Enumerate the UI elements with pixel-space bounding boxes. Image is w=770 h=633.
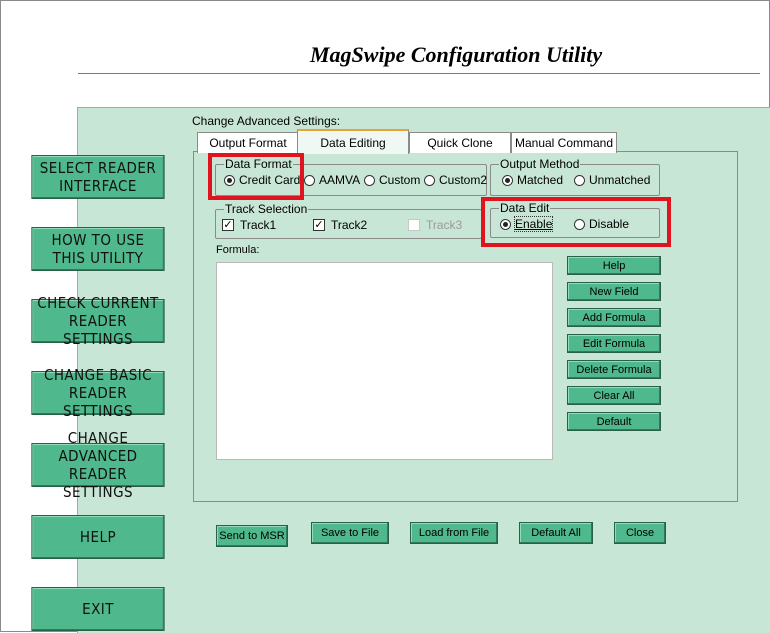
tab-quick-clone[interactable]: Quick Clone — [409, 132, 511, 153]
load-from-file-button[interactable]: Load from File — [410, 522, 498, 544]
change-advanced-settings-button[interactable]: CHANGE ADVANCED READER SETTINGS — [31, 429, 165, 501]
checkbox-track2-label: Track2 — [331, 218, 368, 232]
highlight-data-format — [208, 153, 304, 200]
radio-matched-label: Matched — [517, 173, 564, 187]
radio-custom-label: Custom — [379, 173, 421, 187]
radio-selected-icon — [502, 174, 513, 186]
radio-custom2-label: Custom2 — [439, 173, 488, 187]
radio-unselected-icon — [304, 174, 315, 186]
change-basic-settings-button[interactable]: CHANGE BASIC READER SETTINGS — [31, 366, 165, 420]
change-basic-label: CHANGE BASIC READER SETTINGS — [43, 366, 153, 420]
checkbox-track1-label: Track1 — [240, 218, 277, 232]
send-to-msr-button[interactable]: Send to MSR — [216, 525, 288, 547]
exit-button[interactable]: EXIT — [31, 587, 165, 631]
checkbox-track1[interactable]: ✓ Track1 — [222, 218, 276, 232]
how-to-use-button[interactable]: HOW TO USE THIS UTILITY — [31, 227, 165, 271]
tab-manual-command[interactable]: Manual Command — [511, 132, 617, 153]
radio-unselected-icon — [574, 174, 585, 186]
section-label: Change Advanced Settings: — [192, 114, 341, 128]
save-to-file-button[interactable]: Save to File — [311, 522, 389, 544]
check-current-label: CHECK CURRENT READER SETTINGS — [37, 294, 159, 348]
exit-label: EXIT — [82, 600, 114, 618]
output-method-legend: Output Method — [499, 157, 581, 171]
add-formula-button[interactable]: Add Formula — [567, 308, 661, 327]
radio-unselected-icon — [364, 174, 375, 186]
highlight-data-edit — [481, 197, 671, 247]
checkbox-track2[interactable]: ✓ Track2 — [313, 218, 367, 232]
how-to-use-label: HOW TO USE THIS UTILITY — [51, 231, 145, 267]
select-reader-interface-button[interactable]: SELECT READER INTERFACE — [31, 155, 165, 199]
checkmark-icon: ✓ — [222, 219, 234, 231]
checkbox-empty-icon — [408, 219, 420, 231]
radio-custom2[interactable]: Custom2 — [424, 173, 487, 187]
formula-help-button[interactable]: Help — [567, 256, 661, 275]
radio-unmatched[interactable]: Unmatched — [574, 173, 650, 187]
tab-output-format[interactable]: Output Format — [197, 132, 299, 153]
delete-formula-button[interactable]: Delete Formula — [567, 360, 661, 379]
radio-custom[interactable]: Custom — [364, 173, 420, 187]
help-label: HELP — [79, 528, 117, 546]
tab-data-editing[interactable]: Data Editing — [297, 129, 409, 154]
radio-unselected-icon — [424, 174, 435, 186]
select-reader-label: SELECT READER INTERFACE — [39, 159, 157, 195]
radio-unmatched-label: Unmatched — [589, 173, 651, 187]
radio-matched[interactable]: Matched — [502, 173, 563, 187]
help-button[interactable]: HELP — [31, 515, 165, 559]
radio-aamva[interactable]: AAMVA — [304, 173, 360, 187]
radio-aamva-label: AAMVA — [319, 173, 361, 187]
title-divider — [78, 73, 760, 74]
check-current-settings-button[interactable]: CHECK CURRENT READER SETTINGS — [31, 294, 165, 348]
default-all-button[interactable]: Default All — [519, 522, 593, 544]
checkbox-track3[interactable]: Track3 — [408, 218, 462, 232]
checkbox-track3-label: Track3 — [426, 218, 463, 232]
close-button[interactable]: Close — [614, 522, 666, 544]
formula-list[interactable] — [216, 262, 553, 460]
page-title: MagSwipe Configuration Utility — [310, 42, 603, 67]
new-field-button[interactable]: New Field — [567, 282, 661, 301]
track-selection-legend: Track Selection — [224, 202, 309, 216]
checkmark-icon: ✓ — [313, 219, 325, 231]
formula-label: Formula: — [216, 244, 260, 256]
default-button[interactable]: Default — [567, 412, 661, 431]
edit-formula-button[interactable]: Edit Formula — [567, 334, 661, 353]
change-advanced-label: CHANGE ADVANCED READER SETTINGS — [58, 429, 138, 501]
clear-all-button[interactable]: Clear All — [567, 386, 661, 405]
